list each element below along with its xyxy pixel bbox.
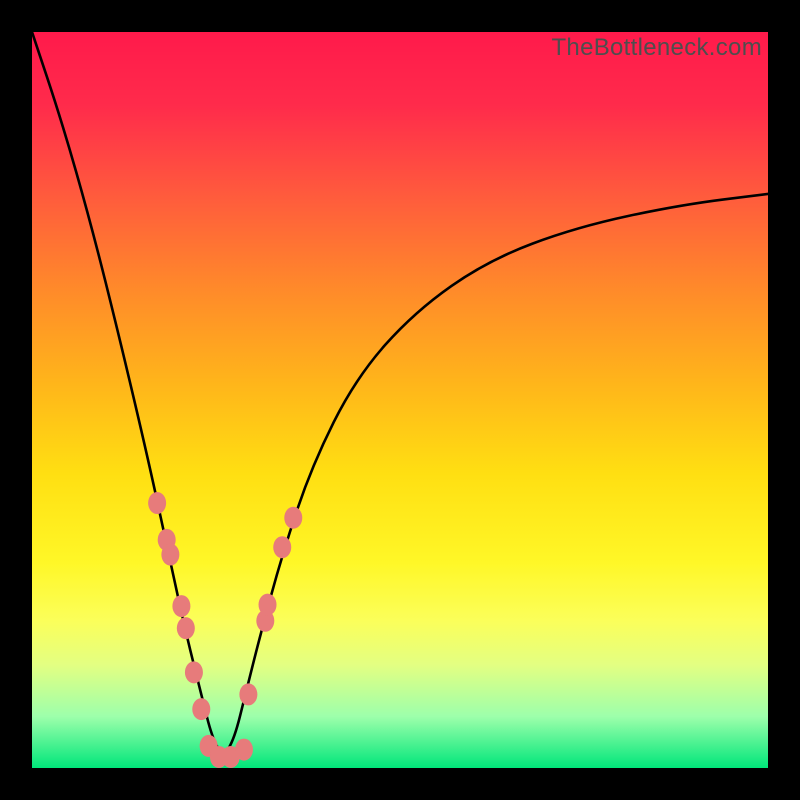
highlight-dots (148, 492, 302, 768)
highlight-dot (235, 739, 253, 761)
plot-area: TheBottleneck.com (32, 32, 768, 768)
highlight-dot (185, 661, 203, 683)
highlight-dot (284, 507, 302, 529)
curve-overlay (32, 32, 768, 768)
highlight-dot (273, 536, 291, 558)
highlight-dot (177, 617, 195, 639)
chart-frame: TheBottleneck.com (0, 0, 800, 800)
highlight-dot (239, 683, 257, 705)
highlight-dot (161, 544, 179, 566)
highlight-dot (192, 698, 210, 720)
bottleneck-curve (32, 32, 768, 752)
highlight-dot (259, 594, 277, 616)
highlight-dot (148, 492, 166, 514)
highlight-dot (172, 595, 190, 617)
